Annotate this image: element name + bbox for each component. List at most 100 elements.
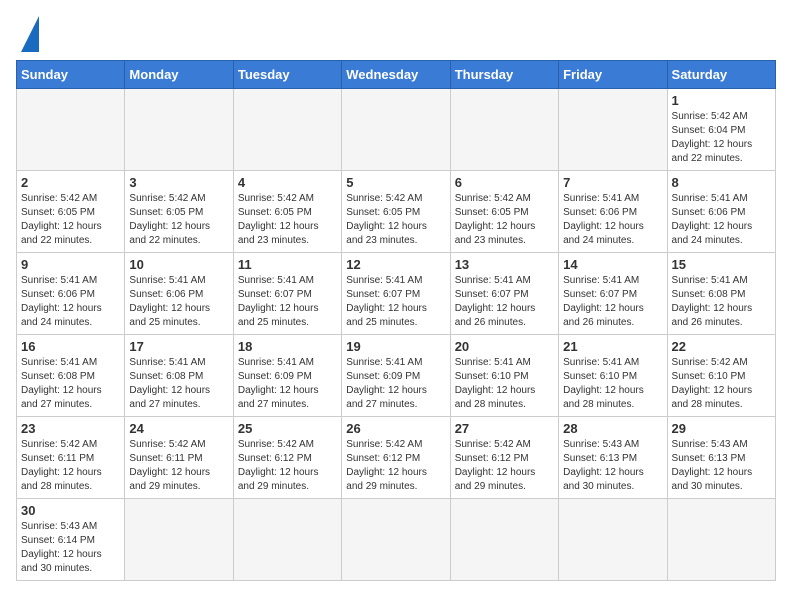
day-info: Sunrise: 5:42 AMSunset: 6:11 PMDaylight:… (21, 438, 120, 494)
day-number: 20 (455, 339, 554, 354)
calendar-row: 30 Sunrise: 5:43 AMSunset: 6:14 PMDayligh… (17, 499, 776, 581)
table-row: 30 Sunrise: 5:43 AMSunset: 6:14 PMDayligh… (17, 499, 125, 581)
day-number: 10 (129, 257, 228, 272)
day-number: 8 (672, 175, 771, 190)
table-row: 3Sunrise: 5:42 AMSunset: 6:05 PMDaylight… (125, 171, 233, 253)
day-info: Sunrise: 5:41 AMSunset: 6:08 PMDaylight:… (129, 356, 228, 412)
header-wednesday: Wednesday (342, 61, 450, 89)
calendar-row: 9 Sunrise: 5:41 AMSunset: 6:06 PMDaylight… (17, 253, 776, 335)
table-row: 6Sunrise: 5:42 AMSunset: 6:05 PMDaylight… (450, 171, 558, 253)
day-number: 18 (238, 339, 337, 354)
table-row: 21 Sunrise: 5:41 AMSunset: 6:10 PMDayligh… (559, 335, 667, 417)
day-number: 28 (563, 421, 662, 436)
calendar-row: 2 Sunrise: 5:42 AMSunset: 6:05 PMDaylight… (17, 171, 776, 253)
day-info: Sunrise: 5:42 AMSunset: 6:05 PMDaylight:… (238, 192, 337, 248)
day-number: 12 (346, 257, 445, 272)
table-row: 7 Sunrise: 5:41 AMSunset: 6:06 PMDaylight… (559, 171, 667, 253)
day-number: 24 (129, 421, 228, 436)
day-number: 14 (563, 257, 662, 272)
day-info: Sunrise: 5:41 AMSunset: 6:09 PMDaylight:… (238, 356, 337, 412)
day-number: 30 (21, 503, 120, 518)
day-info: Sunrise: 5:41 AMSunset: 6:08 PMDaylight:… (21, 356, 120, 412)
day-number: 1 (672, 93, 771, 108)
day-info: Sunrise: 5:43 AMSunset: 6:13 PMDaylight:… (563, 438, 662, 494)
table-row: 13 Sunrise: 5:41 AMSunset: 6:07 PMDayligh… (450, 253, 558, 335)
day-info: Sunrise: 5:42 AMSunset: 6:12 PMDaylight:… (346, 438, 445, 494)
table-row (125, 499, 233, 581)
day-number: 19 (346, 339, 445, 354)
table-row (450, 89, 558, 171)
day-number: 27 (455, 421, 554, 436)
day-info: Sunrise: 5:42 AMSunset: 6:11 PMDaylight:… (129, 438, 228, 494)
calendar-row: 23 Sunrise: 5:42 AMSunset: 6:11 PMDayligh… (17, 417, 776, 499)
day-info: Sunrise: 5:41 AMSunset: 6:06 PMDaylight:… (21, 274, 120, 330)
table-row (559, 89, 667, 171)
day-number: 4 (238, 175, 337, 190)
table-row: 14 Sunrise: 5:41 AMSunset: 6:07 PMDayligh… (559, 253, 667, 335)
day-number: 13 (455, 257, 554, 272)
table-row: 28 Sunrise: 5:43 AMSunset: 6:13 PMDayligh… (559, 417, 667, 499)
day-number: 17 (129, 339, 228, 354)
table-row: 16Sunrise: 5:41 AMSunset: 6:08 PMDayligh… (17, 335, 125, 417)
day-info: Sunrise: 5:42 AMSunset: 6:05 PMDaylight:… (21, 192, 120, 248)
calendar-row: 1Sunrise: 5:42 AMSunset: 6:04 PMDaylight… (17, 89, 776, 171)
day-info: Sunrise: 5:41 AMSunset: 6:06 PMDaylight:… (563, 192, 662, 248)
table-row: 24 Sunrise: 5:42 AMSunset: 6:11 PMDayligh… (125, 417, 233, 499)
table-row: 20 Sunrise: 5:41 AMSunset: 6:10 PMDayligh… (450, 335, 558, 417)
table-row: 25 Sunrise: 5:42 AMSunset: 6:12 PMDayligh… (233, 417, 341, 499)
day-info: Sunrise: 5:41 AMSunset: 6:07 PMDaylight:… (563, 274, 662, 330)
header-friday: Friday (559, 61, 667, 89)
table-row: 8Sunrise: 5:41 AMSunset: 6:06 PMDaylight… (667, 171, 775, 253)
day-number: 29 (672, 421, 771, 436)
logo (16, 16, 39, 52)
day-number: 21 (563, 339, 662, 354)
day-info: Sunrise: 5:43 AMSunset: 6:14 PMDaylight:… (21, 520, 120, 576)
day-info: Sunrise: 5:42 AMSunset: 6:05 PMDaylight:… (346, 192, 445, 248)
header (16, 16, 776, 52)
day-info: Sunrise: 5:41 AMSunset: 6:10 PMDaylight:… (563, 356, 662, 412)
table-row (125, 89, 233, 171)
table-row: 26Sunrise: 5:42 AMSunset: 6:12 PMDayligh… (342, 417, 450, 499)
table-row (667, 499, 775, 581)
table-row (342, 89, 450, 171)
day-info: Sunrise: 5:42 AMSunset: 6:12 PMDaylight:… (238, 438, 337, 494)
table-row: 22Sunrise: 5:42 AMSunset: 6:10 PMDayligh… (667, 335, 775, 417)
day-info: Sunrise: 5:41 AMSunset: 6:09 PMDaylight:… (346, 356, 445, 412)
day-number: 9 (21, 257, 120, 272)
day-number: 5 (346, 175, 445, 190)
day-number: 2 (21, 175, 120, 190)
day-number: 23 (21, 421, 120, 436)
table-row (342, 499, 450, 581)
table-row (559, 499, 667, 581)
table-row (17, 89, 125, 171)
header-thursday: Thursday (450, 61, 558, 89)
table-row: 17 Sunrise: 5:41 AMSunset: 6:08 PMDayligh… (125, 335, 233, 417)
table-row (233, 89, 341, 171)
table-row (233, 499, 341, 581)
table-row: 19 Sunrise: 5:41 AMSunset: 6:09 PMDayligh… (342, 335, 450, 417)
day-info: Sunrise: 5:42 AMSunset: 6:05 PMDaylight:… (129, 192, 228, 248)
table-row: 23 Sunrise: 5:42 AMSunset: 6:11 PMDayligh… (17, 417, 125, 499)
day-number: 22 (672, 339, 771, 354)
day-number: 6 (455, 175, 554, 190)
day-info: Sunrise: 5:41 AMSunset: 6:08 PMDaylight:… (672, 274, 771, 330)
table-row: 15Sunrise: 5:41 AMSunset: 6:08 PMDayligh… (667, 253, 775, 335)
day-info: Sunrise: 5:41 AMSunset: 6:07 PMDaylight:… (455, 274, 554, 330)
day-info: Sunrise: 5:41 AMSunset: 6:07 PMDaylight:… (346, 274, 445, 330)
logo-triangle-icon (21, 16, 39, 52)
day-info: Sunrise: 5:41 AMSunset: 6:06 PMDaylight:… (129, 274, 228, 330)
table-row: 10 Sunrise: 5:41 AMSunset: 6:06 PMDayligh… (125, 253, 233, 335)
weekday-header-row: Sunday Monday Tuesday Wednesday Thursday… (17, 61, 776, 89)
table-row: 12 Sunrise: 5:41 AMSunset: 6:07 PMDayligh… (342, 253, 450, 335)
table-row: 11Sunrise: 5:41 AMSunset: 6:07 PMDayligh… (233, 253, 341, 335)
table-row: 27 Sunrise: 5:42 AMSunset: 6:12 PMDayligh… (450, 417, 558, 499)
calendar-row: 16Sunrise: 5:41 AMSunset: 6:08 PMDayligh… (17, 335, 776, 417)
day-number: 7 (563, 175, 662, 190)
calendar: Sunday Monday Tuesday Wednesday Thursday… (16, 60, 776, 581)
day-info: Sunrise: 5:42 AMSunset: 6:12 PMDaylight:… (455, 438, 554, 494)
header-monday: Monday (125, 61, 233, 89)
day-info: Sunrise: 5:41 AMSunset: 6:10 PMDaylight:… (455, 356, 554, 412)
day-number: 25 (238, 421, 337, 436)
table-row: 9 Sunrise: 5:41 AMSunset: 6:06 PMDaylight… (17, 253, 125, 335)
header-sunday: Sunday (17, 61, 125, 89)
